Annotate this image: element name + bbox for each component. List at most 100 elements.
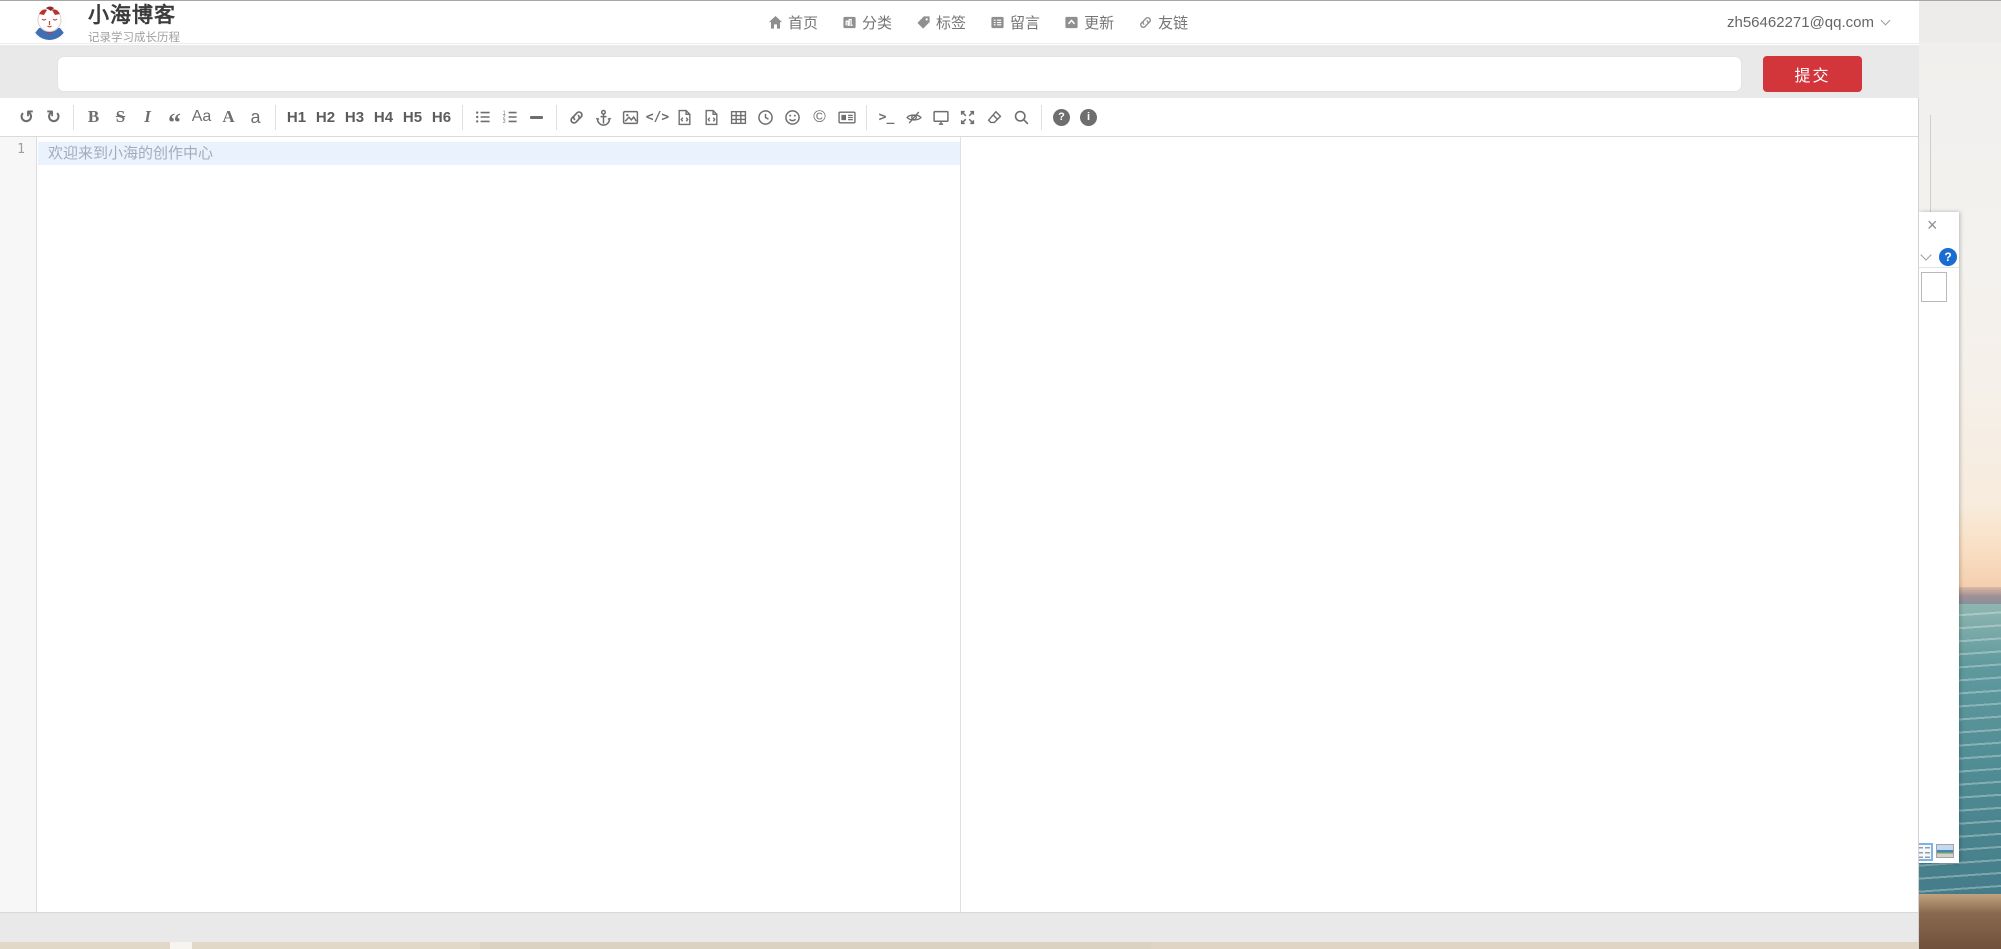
site-title: 小海博客 — [88, 4, 180, 27]
toolbar-help-button[interactable]: ? — [1048, 103, 1075, 131]
toolbar-info-button[interactable]: i — [1075, 103, 1102, 131]
cat-avatar-icon — [32, 5, 67, 40]
toolbar-pagebreak-button[interactable] — [833, 103, 860, 131]
toolbar-lowercase-button[interactable]: a — [242, 103, 269, 131]
toolbar-datetime-button[interactable] — [752, 103, 779, 131]
site-header: 小海博客 记录学习成长历程 首页 分类 标签 留言 更新 — [0, 1, 1919, 44]
toolbar-h6-button[interactable]: H6 — [427, 103, 456, 131]
toolbar-preformatted-text-button[interactable] — [671, 103, 698, 131]
toolbar-emoji-button[interactable] — [779, 103, 806, 131]
code-input-pane[interactable]: 欢迎来到小海的创作中心 — [38, 137, 960, 912]
toolbar-h1-button[interactable]: H1 — [282, 103, 311, 131]
nav-label: 标签 — [936, 12, 966, 33]
nav-label: 分类 — [862, 12, 892, 33]
submit-button[interactable]: 提交 — [1763, 56, 1862, 92]
hr-icon — [530, 116, 543, 119]
toolbar-image-button[interactable] — [617, 103, 644, 131]
toolbar-clear-button[interactable] — [981, 103, 1008, 131]
panel-divider — [1919, 267, 1959, 268]
right-edge-strip: × ? — [1919, 1, 2001, 949]
file-code-block-icon — [703, 109, 720, 126]
page-main: 小海博客 记录学习成长历程 首页 分类 标签 留言 更新 — [0, 1, 1919, 949]
message-icon — [990, 15, 1005, 30]
toolbar-bold-button[interactable]: B — [80, 103, 107, 131]
toolbar-fullscreen-button[interactable] — [954, 103, 981, 131]
toolbar-divider — [866, 105, 867, 130]
italic-icon: I — [144, 107, 151, 127]
panel-text-input[interactable] — [1921, 272, 1947, 302]
update-icon — [1064, 15, 1079, 30]
nav-item-tags[interactable]: 标签 — [916, 12, 966, 33]
desktop-icon — [932, 109, 950, 126]
nav-item-home[interactable]: 首页 — [768, 12, 818, 33]
anchor-icon — [595, 109, 612, 126]
ime-image-mode-icon[interactable] — [1936, 844, 1954, 858]
terminal-icon: >_ — [879, 110, 895, 125]
toolbar-unordered-list-button[interactable] — [469, 103, 496, 131]
lowercase-icon: a — [250, 107, 260, 128]
help-badge-icon[interactable]: ? — [1939, 248, 1957, 266]
nav-label: 留言 — [1010, 12, 1040, 33]
post-title-input[interactable] — [57, 56, 1742, 92]
toolbar-table-button[interactable] — [725, 103, 752, 131]
nav-item-updates[interactable]: 更新 — [1064, 12, 1114, 33]
newspaper-icon — [838, 109, 856, 126]
strikethrough-icon: S — [116, 107, 125, 127]
site-subtitle: 记录学习成长历程 — [88, 29, 180, 45]
toolbar-html-entities-button[interactable]: © — [806, 103, 833, 131]
search-icon — [1013, 109, 1030, 126]
toolbar-uppercase-button[interactable]: A — [215, 103, 242, 131]
editor-toolbar: ↺ ↻ B S I “ Aa A a H1 H2 H3 H4 H5 H6 123 — [0, 98, 1919, 137]
home-icon — [768, 15, 783, 30]
toolbar-h5-button[interactable]: H5 — [398, 103, 427, 131]
chevron-down-icon[interactable] — [1920, 249, 1931, 260]
toolbar-undo-button[interactable]: ↺ — [13, 103, 40, 131]
page-footer — [0, 912, 1919, 942]
table-icon — [730, 109, 747, 126]
toolbar-code-block-button[interactable] — [698, 103, 725, 131]
site-logo-avatar[interactable] — [32, 5, 67, 40]
redo-icon: ↻ — [46, 107, 61, 128]
ucwords-icon: Aa — [192, 108, 212, 126]
toolbar-horizontal-rule-button[interactable] — [523, 103, 550, 131]
uppercase-icon: A — [222, 107, 234, 127]
toolbar-divider — [275, 105, 276, 130]
toolbar-link-button[interactable] — [563, 103, 590, 131]
nav-item-comments[interactable]: 留言 — [990, 12, 1040, 33]
account-email: zh56462271@qq.com — [1727, 14, 1874, 31]
toolbar-code-button[interactable]: </> — [644, 103, 671, 131]
toolbar-h3-button[interactable]: H3 — [340, 103, 369, 131]
toolbar-goto-line-button[interactable]: >_ — [873, 103, 900, 131]
toolbar-reference-link-button[interactable] — [590, 103, 617, 131]
nav-item-categories[interactable]: 分类 — [842, 12, 892, 33]
toolbar-divider — [462, 105, 463, 130]
account-menu[interactable]: zh56462271@qq.com — [1727, 1, 1889, 44]
toolbar-preview-button[interactable] — [927, 103, 954, 131]
svg-text:3: 3 — [502, 119, 505, 125]
toolbar-quote-button[interactable]: “ — [161, 103, 188, 131]
toolbar-ordered-list-button[interactable]: 123 — [496, 103, 523, 131]
nav-label: 更新 — [1084, 12, 1114, 33]
nav-item-friend-links[interactable]: 友链 — [1138, 12, 1188, 33]
preview-pane[interactable] — [961, 137, 1919, 912]
line-number-gutter: 1 — [0, 137, 37, 912]
floating-side-panel: × ? — [1919, 212, 1959, 863]
toolbar-h2-button[interactable]: H2 — [311, 103, 340, 131]
nav-label: 友链 — [1158, 12, 1188, 33]
main-nav: 首页 分类 标签 留言 更新 友链 — [768, 1, 1188, 44]
info-icon: i — [1080, 109, 1097, 126]
link-icon — [568, 109, 585, 126]
close-icon[interactable]: × — [1927, 216, 1938, 234]
strip-hairline — [1930, 115, 1931, 213]
toolbar-watch-button[interactable] — [900, 103, 927, 131]
toolbar-italic-button[interactable]: I — [134, 103, 161, 131]
ime-list-mode-icon[interactable] — [1919, 843, 1933, 861]
toolbar-redo-button[interactable]: ↻ — [40, 103, 67, 131]
toolbar-ucwords-button[interactable]: Aa — [188, 103, 215, 131]
toolbar-strikethrough-button[interactable]: S — [107, 103, 134, 131]
toolbar-search-button[interactable] — [1008, 103, 1035, 131]
nav-label: 首页 — [788, 12, 818, 33]
smiley-icon — [784, 109, 801, 126]
file-code-icon — [676, 109, 693, 126]
toolbar-h4-button[interactable]: H4 — [369, 103, 398, 131]
